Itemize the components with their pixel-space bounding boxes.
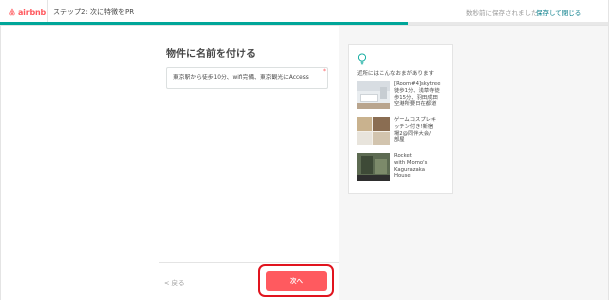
house-photo — [357, 153, 390, 181]
airbnb-logo-icon — [9, 8, 15, 16]
progress-fill — [0, 22, 409, 25]
save-and-close-link[interactable]: 保存して閉じる — [536, 7, 581, 17]
required-indicator: * — [323, 68, 326, 75]
tip-item[interactable]: ゲームコスプレキ ッチン付き!新宿 場2@同伴大会/ 部屋 — [357, 117, 449, 145]
tip-item-text: [Room#4]skytree 徒歩1分、浅草寺徒 歩15分、羽田成田 空港所要… — [394, 81, 441, 108]
airbnb-logo[interactable]: airbnb — [8, 5, 46, 19]
frame-border-left — [0, 26, 1, 300]
tip-item-text: Rocket with Momo's Kagurazaka House — [394, 153, 428, 180]
next-button[interactable]: 次へ — [266, 271, 327, 291]
kitchen-photo — [357, 117, 390, 145]
tip-item[interactable]: [Room#4]skytree 徒歩1分、浅草寺徒 歩15分、羽田成田 空港所要… — [357, 81, 449, 109]
progress-bar — [0, 22, 609, 25]
logo-text: airbnb — [17, 7, 46, 17]
listing-title-input[interactable]: 東京駅から徒歩10分、wifi完備、東京観光にAccess — [166, 67, 328, 89]
lightbulb-icon — [357, 53, 367, 65]
tips-card: 近所にはこんなおまがあります [Room#4]skytree 徒歩1分、浅草寺徒… — [348, 44, 453, 194]
back-button[interactable]: < 戻る — [164, 277, 185, 287]
room-photo — [357, 81, 390, 109]
step-title: ステップ2: 次に特徴をPR — [53, 8, 135, 16]
page-title: 物件に名前を付ける — [166, 49, 256, 60]
save-status: 数秒前に保存されました - — [466, 9, 542, 17]
footer-divider — [159, 262, 339, 263]
tips-heading: 近所にはこんなおまがあります — [357, 71, 435, 77]
tip-item-text: ゲームコスプレキ ッチン付き!新宿 場2@同伴大会/ 部屋 — [394, 117, 437, 144]
tip-item[interactable]: Rocket with Momo's Kagurazaka House — [357, 153, 449, 181]
